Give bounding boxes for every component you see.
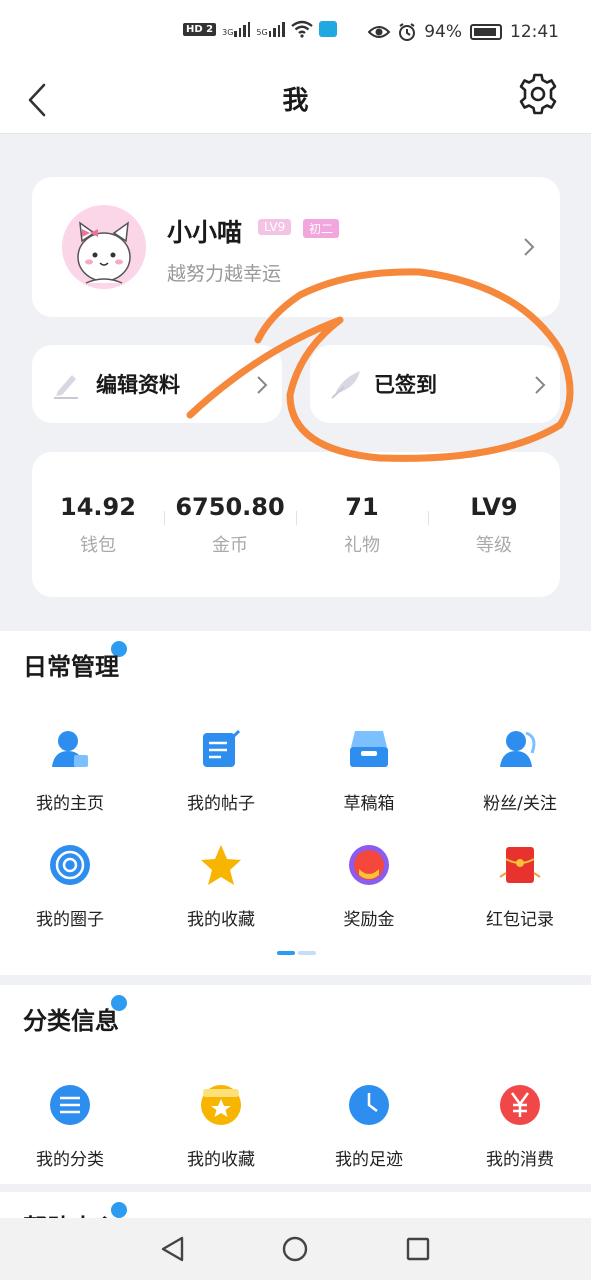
battery-percent: 94% xyxy=(424,22,462,42)
stat-level[interactable]: LV9 等级 xyxy=(428,493,560,557)
check-in-button[interactable]: 已签到 xyxy=(310,345,560,423)
nav-back-button[interactable] xyxy=(157,1234,187,1264)
section-title: 分类信息 xyxy=(23,1007,119,1035)
cat-avatar-icon xyxy=(77,221,131,284)
page-title: 我 xyxy=(282,86,309,116)
wifi-icon xyxy=(290,20,313,38)
daily-management-section: 日常管理 我的主页 我的帖子 草稿箱 粉丝/关注 我的圈子 我的收藏 奖励金 红… xyxy=(0,631,591,975)
signal-5g-icon: 5G xyxy=(256,21,285,37)
nav-home-button[interactable] xyxy=(280,1234,310,1264)
reward-icon xyxy=(349,845,389,885)
pencil-icon xyxy=(54,375,78,399)
stats-card: 14.92 钱包 6750.80 金币 71 礼物 LV9 等级 xyxy=(32,452,560,597)
battery-icon xyxy=(470,24,502,40)
nav-recents-button[interactable] xyxy=(403,1234,433,1264)
user-motto: 越努力越幸运 xyxy=(167,263,282,285)
clock-icon xyxy=(349,1085,389,1125)
post-icon xyxy=(203,729,241,767)
section-title: 帮助中心 xyxy=(23,1208,119,1218)
stat-gifts[interactable]: 71 礼物 xyxy=(296,493,428,557)
stat-coins[interactable]: 6750.80 金币 xyxy=(164,493,296,557)
grid-item-my-footprints[interactable]: 我的足迹 xyxy=(295,1083,443,1170)
grid-item-reward[interactable]: 奖励金 xyxy=(295,843,443,930)
grid-item-my-favorites[interactable]: 我的收藏 xyxy=(147,843,295,930)
category-info-section: 分类信息 我的分类 我的收藏 我的足迹 我的消费 xyxy=(0,985,591,1184)
grid-item-my-posts[interactable]: 我的帖子 xyxy=(147,727,295,814)
alarm-icon xyxy=(399,23,416,41)
grid-item-my-spending[interactable]: 我的消费 xyxy=(446,1083,591,1170)
status-bar: HD 2 3G 5G 94% 12:41 xyxy=(0,0,591,66)
page-indicator xyxy=(277,951,316,955)
status-right: 94% 12:41 xyxy=(368,22,559,42)
help-center-section: 帮助中心 xyxy=(0,1192,591,1218)
eye-icon xyxy=(368,26,391,38)
grid-item-drafts[interactable]: 草稿箱 xyxy=(295,727,443,814)
status-left-icons: HD 2 3G 5G xyxy=(183,20,337,38)
user-home-icon xyxy=(52,731,88,767)
grid-item-my-collection[interactable]: 我的收藏 xyxy=(147,1083,295,1170)
grid-item-my-category[interactable]: 我的分类 xyxy=(0,1083,144,1170)
circle-icon xyxy=(50,845,90,885)
stat-wallet[interactable]: 14.92 钱包 xyxy=(32,493,164,557)
grid-item-followers[interactable]: 粉丝/关注 xyxy=(446,727,591,814)
clock-time: 12:41 xyxy=(510,22,559,42)
top-bar: 我 xyxy=(0,66,591,134)
grid-item-my-home[interactable]: 我的主页 xyxy=(0,727,144,814)
edit-profile-label: 编辑资料 xyxy=(96,373,180,397)
username: 小小喵 xyxy=(167,218,243,247)
hd-indicator: HD 2 xyxy=(183,22,217,36)
followers-icon xyxy=(500,731,536,767)
check-in-label: 已签到 xyxy=(374,373,437,397)
favorite-box-icon xyxy=(201,1085,241,1125)
settings-gear-icon[interactable] xyxy=(516,72,560,116)
triangle-back-icon xyxy=(161,1236,184,1262)
browser-app-icon xyxy=(318,21,337,37)
square-recents-icon xyxy=(406,1237,430,1261)
circle-home-icon xyxy=(282,1236,308,1262)
feather-icon xyxy=(331,371,360,399)
yuan-icon xyxy=(500,1085,540,1125)
level-badge: LV9 xyxy=(258,219,292,235)
star-icon xyxy=(201,845,241,885)
edit-profile-button[interactable]: 编辑资料 xyxy=(32,345,282,423)
avatar[interactable] xyxy=(62,205,146,289)
signal-3g-icon: 3G xyxy=(222,21,251,37)
system-nav-bar xyxy=(0,1218,591,1280)
grade-badge: 初二 xyxy=(303,219,340,238)
section-title: 日常管理 xyxy=(23,653,119,681)
list-icon xyxy=(50,1085,90,1125)
grid-item-red-packet-record[interactable]: 红包记录 xyxy=(446,843,591,930)
profile-card[interactable]: 小小喵 LV9 初二 越努力越幸运 xyxy=(32,177,560,317)
chevron-right-icon xyxy=(524,238,535,256)
chevron-right-icon xyxy=(535,376,546,394)
chevron-right-icon xyxy=(257,376,268,394)
drafts-icon xyxy=(350,731,388,767)
grid-item-my-circle[interactable]: 我的圈子 xyxy=(0,843,144,930)
red-packet-icon xyxy=(499,847,541,883)
